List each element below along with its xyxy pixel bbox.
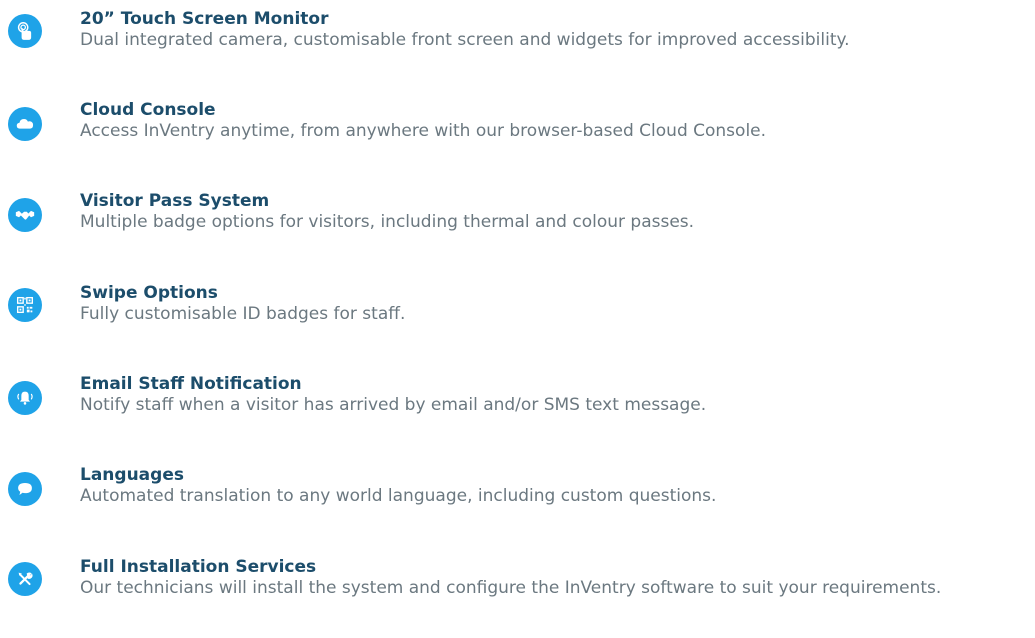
handshake-icon [8, 198, 42, 232]
cloud-icon [8, 107, 42, 141]
feature-description: Access InVentry anytime, from anywhere w… [80, 121, 767, 141]
bell-icon [8, 381, 42, 415]
feature-description: Fully customisable ID badges for staff. [80, 304, 406, 324]
feature-description: Automated translation to any world langu… [80, 486, 717, 506]
feature-title: Full Installation Services [80, 557, 317, 577]
feature-description: Dual integrated camera, customisable fro… [80, 30, 850, 50]
tools-icon [8, 562, 42, 596]
feature-description: Multiple badge options for visitors, inc… [80, 212, 695, 232]
touch-screen-icon [8, 14, 42, 48]
feature-title: Swipe Options [80, 283, 218, 303]
feature-title: Email Staff Notification [80, 374, 302, 394]
speech-bubble-icon [8, 472, 42, 506]
feature-title: Visitor Pass System [80, 191, 270, 211]
qr-code-icon [8, 288, 42, 322]
feature-title: 20” Touch Screen Monitor [80, 9, 329, 29]
feature-description: Notify staff when a visitor has arrived … [80, 395, 707, 415]
feature-description: Our technicians will install the system … [80, 578, 942, 598]
feature-title: Cloud Console [80, 100, 216, 120]
feature-title: Languages [80, 465, 184, 485]
